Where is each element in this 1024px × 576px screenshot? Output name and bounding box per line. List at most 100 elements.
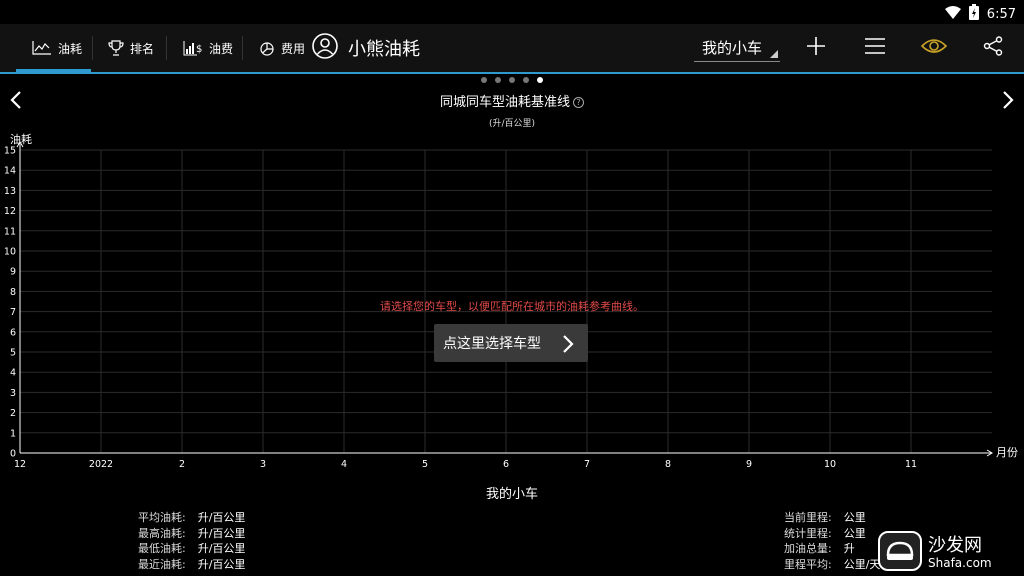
- user-avatar-icon[interactable]: [312, 32, 338, 64]
- x-tick-label: 3: [260, 459, 266, 470]
- x-tick-label: 2022: [89, 459, 113, 470]
- stat-row: 最低油耗: 升/百公里: [138, 541, 245, 557]
- clock-time: 6:57: [986, 6, 1016, 22]
- stat-row: 统计里程: 公里: [784, 526, 880, 542]
- x-tick-label: 2: [179, 459, 185, 470]
- stat-row: 平均油耗: 升/百公里: [138, 510, 245, 526]
- page-dot[interactable]: [481, 77, 487, 83]
- divider: [92, 36, 93, 60]
- chart-title-text: 同城同车型油耗基准线: [439, 95, 570, 110]
- plus-icon: [806, 36, 826, 60]
- stat-label: 最近油耗:: [138, 557, 186, 571]
- page-dot[interactable]: [523, 77, 529, 83]
- stat-label: 平均油耗:: [138, 511, 186, 524]
- choose-car-model-button[interactable]: 点这里选择车型: [434, 324, 588, 362]
- menu-button[interactable]: [855, 24, 895, 72]
- stat-value: 公里/天: [843, 557, 881, 571]
- stat-label: 最高油耗:: [138, 526, 186, 540]
- tab-fuel-consumption[interactable]: 油耗: [32, 24, 82, 72]
- tab-label: 排名: [130, 41, 155, 56]
- y-tick-label: 3: [10, 388, 16, 399]
- stat-value: 升/百公里: [197, 557, 246, 571]
- watermark: 沙发网 Shafa.com: [878, 531, 992, 575]
- top-toolbar: 油耗 排名 $ 油费 费用 小熊油耗 我的小车: [0, 24, 1024, 72]
- y-tick-label: 5: [10, 348, 16, 359]
- stat-value: 升/百公里: [197, 511, 246, 524]
- tab-expenses[interactable]: 费用: [259, 24, 305, 72]
- stat-label: 里程平均:: [784, 557, 832, 571]
- carousel-indicator: [481, 77, 543, 83]
- chart-title: 同城同车型油耗基准线?: [0, 91, 1024, 110]
- stat-value: 公里: [843, 511, 866, 524]
- stat-row: 当前里程: 公里: [784, 510, 880, 526]
- stat-row: 里程平均: 公里/天: [784, 557, 880, 573]
- divider: [242, 36, 243, 60]
- stat-label: 最低油耗:: [138, 542, 186, 555]
- y-tick-label: 13: [4, 186, 16, 197]
- stat-value: 升/百公里: [197, 542, 246, 555]
- app-title: 小熊油耗: [312, 24, 420, 72]
- dropdown-triangle-icon: [770, 50, 778, 58]
- y-tick-label: 9: [10, 267, 16, 278]
- y-tick-label: 8: [10, 287, 16, 298]
- stat-row: 最高油耗: 升/百公里: [138, 526, 245, 542]
- stat-value: 升/百公里: [197, 526, 246, 540]
- x-tick-label: 10: [824, 459, 836, 470]
- x-tick-label: 6: [503, 459, 509, 470]
- tab-label: 油费: [209, 41, 234, 56]
- y-tick-label: 10: [4, 247, 16, 258]
- page-dot-active[interactable]: [537, 77, 543, 83]
- battery-icon: [968, 4, 979, 24]
- help-icon[interactable]: ?: [573, 97, 584, 108]
- line-chart-icon: [32, 40, 52, 56]
- tab-fuel-cost[interactable]: $ 油费: [183, 24, 233, 72]
- view-button[interactable]: [914, 24, 954, 72]
- x-tick-label: 11: [905, 459, 917, 470]
- trophy-icon: [108, 40, 124, 56]
- add-button[interactable]: [796, 24, 836, 72]
- stat-label: 当前里程:: [784, 511, 832, 524]
- menu-icon: [865, 38, 885, 58]
- y-tick-label: 2: [10, 408, 16, 419]
- page-dot[interactable]: [495, 77, 501, 83]
- toolbar-accent-line: [0, 72, 1024, 74]
- y-tick-label: 11: [4, 226, 16, 237]
- pie-chart-icon: [259, 40, 275, 56]
- x-tick-label: 12: [14, 459, 26, 470]
- tab-ranking[interactable]: 排名: [108, 24, 154, 72]
- y-tick-label: 12: [4, 206, 16, 217]
- select-model-message: 请选择您的车型，以便匹配所在城市的油耗参考曲线。: [380, 300, 644, 313]
- stat-row: 加油总量: 升: [784, 541, 880, 557]
- bar-dollar-icon: $: [183, 40, 203, 56]
- car-select[interactable]: 我的小车: [694, 34, 780, 62]
- page-dot[interactable]: [509, 77, 515, 83]
- summary-left: 平均油耗: 升/百公里 最高油耗: 升/百公里 最低油耗: 升/百公里 最近油耗: 升/…: [138, 510, 245, 572]
- y-tick-label: 0: [10, 449, 16, 460]
- summary-title: 我的小车: [485, 487, 538, 502]
- svg-text:$: $: [196, 44, 202, 55]
- status-bar: 6:57: [0, 0, 1024, 24]
- share-button[interactable]: [973, 24, 1013, 72]
- car-select-value: 我的小车: [702, 39, 763, 57]
- divider: [166, 36, 167, 60]
- share-icon: [983, 36, 1003, 60]
- stat-label: 加油总量:: [784, 542, 832, 555]
- watermark-url: Shafa.com: [928, 556, 992, 570]
- wifi-icon: [944, 5, 961, 23]
- tab-label: 油耗: [58, 41, 83, 56]
- choose-button-label: 点这里选择车型: [443, 336, 541, 352]
- y-tick-label: 1: [10, 428, 16, 439]
- x-tick-label: 8: [665, 459, 671, 470]
- stat-row: 最近油耗: 升/百公里: [138, 557, 245, 573]
- x-axis-label: 月份: [996, 446, 1018, 459]
- y-axis-label: 油耗: [10, 132, 32, 146]
- x-tick-label: 9: [746, 459, 752, 470]
- y-tick-label: 14: [4, 166, 16, 177]
- stat-value: 公里: [843, 526, 866, 540]
- chevron-right-icon: [563, 335, 574, 353]
- y-tick-label: 15: [4, 146, 16, 157]
- sofa-logo-icon: [878, 531, 922, 575]
- stat-value: 升: [843, 542, 855, 555]
- tab-label: 费用: [281, 41, 306, 56]
- x-tick-label: 7: [584, 459, 590, 470]
